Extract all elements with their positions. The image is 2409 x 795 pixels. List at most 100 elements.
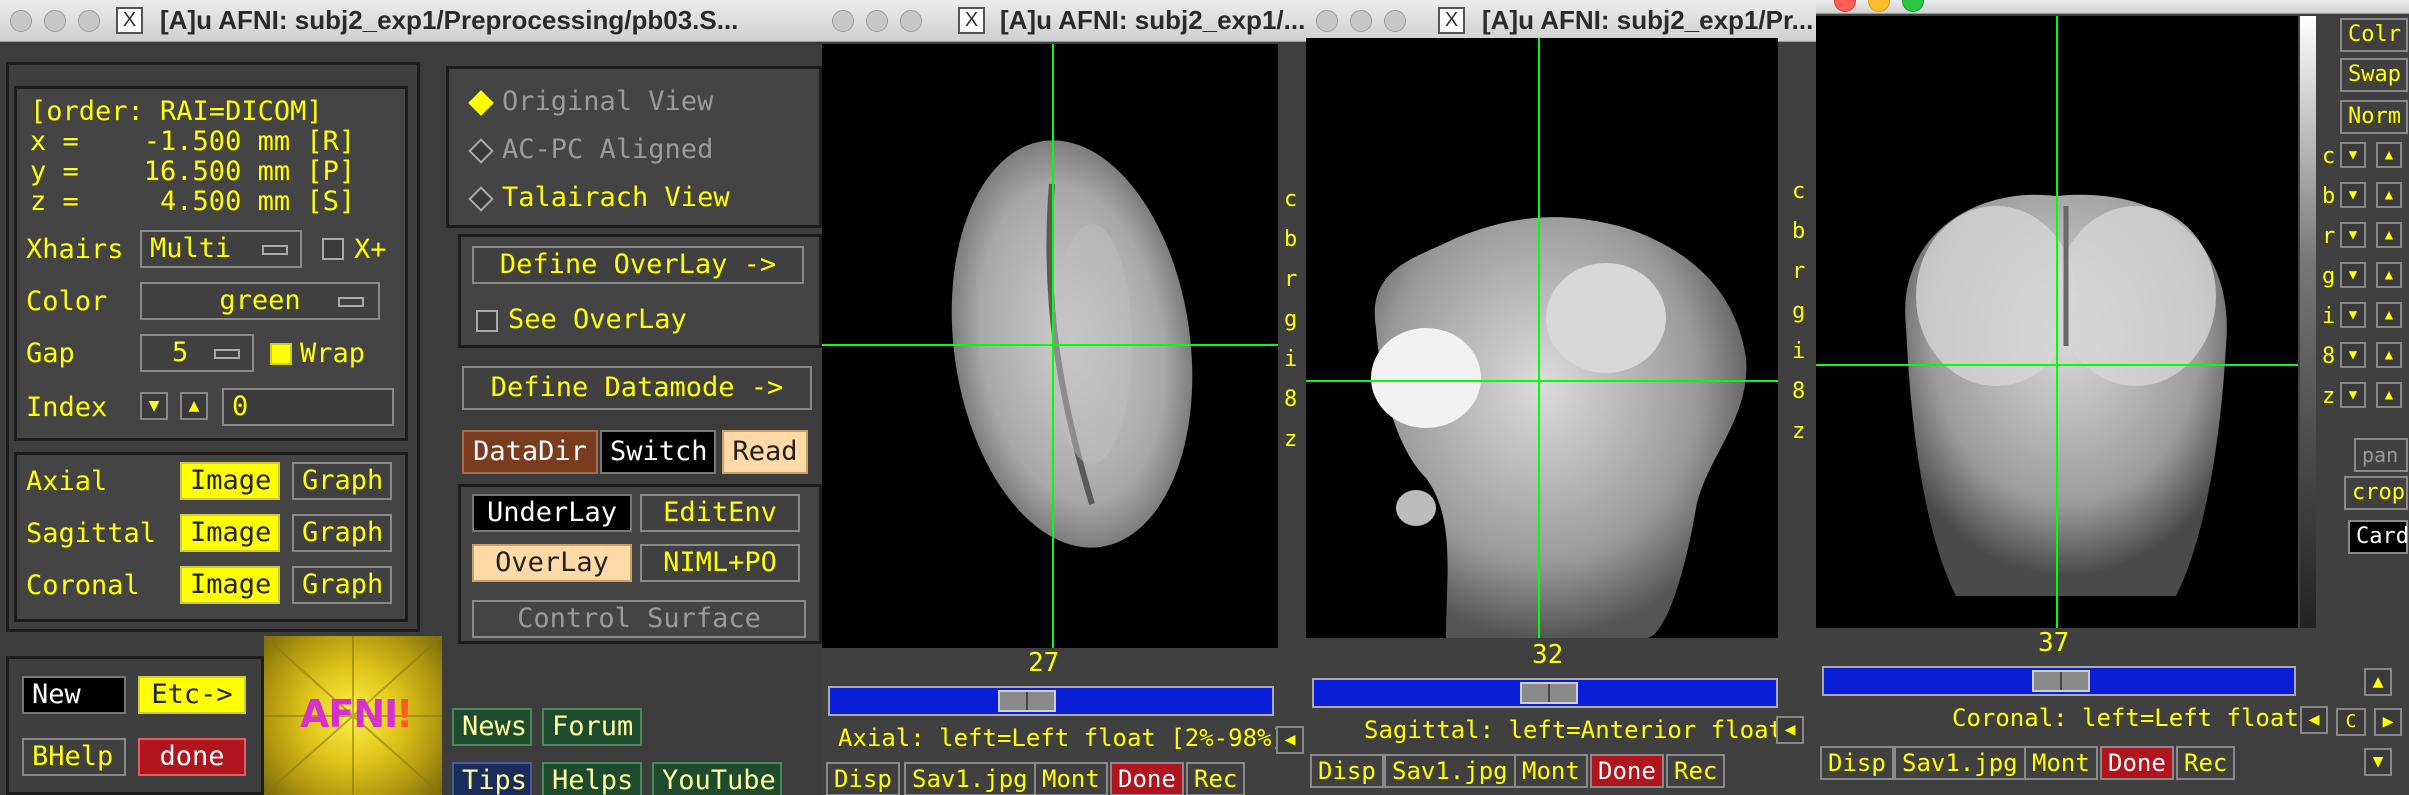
youtube-button[interactable]: YouTube bbox=[652, 762, 782, 795]
index-input[interactable]: 0 bbox=[222, 388, 394, 426]
axial-done-button[interactable]: Done bbox=[1110, 762, 1184, 795]
define-datamode-button[interactable]: Define Datamode -> bbox=[462, 366, 812, 410]
new-button[interactable]: New bbox=[22, 676, 126, 714]
coronal-mont-button[interactable]: Mont bbox=[2024, 746, 2098, 780]
maximize-window-icon[interactable] bbox=[900, 10, 922, 32]
swap-button[interactable]: Swap bbox=[2340, 58, 2408, 92]
tips-button[interactable]: Tips bbox=[452, 762, 532, 795]
sagittal-rec-button[interactable]: Rec bbox=[1666, 754, 1726, 788]
side-down-arrow-icon[interactable]: ▼ bbox=[2340, 262, 2366, 288]
bhelp-button[interactable]: BHelp bbox=[22, 738, 126, 776]
side-down-arrow-icon[interactable]: ▼ bbox=[2340, 342, 2366, 368]
axial-titlebar[interactable]: X [A]u AFNI: subj2_exp1/... bbox=[822, 0, 1306, 42]
datadir-button[interactable]: DataDir bbox=[462, 430, 598, 474]
niml-po-button[interactable]: NIML+PO bbox=[640, 544, 800, 582]
overlay-button[interactable]: OverLay bbox=[472, 544, 632, 582]
done-button[interactable]: done bbox=[138, 738, 246, 776]
c-button[interactable]: C bbox=[2336, 708, 2366, 736]
axial-save-button[interactable]: Sav1.jpg bbox=[904, 762, 1036, 795]
pan-button[interactable]: pan bbox=[2354, 438, 2408, 472]
side-up-arrow-icon[interactable]: ▲ bbox=[2376, 302, 2402, 328]
helps-button[interactable]: Helps bbox=[542, 762, 642, 795]
side-down-arrow-icon[interactable]: ▼ bbox=[2340, 142, 2366, 168]
axial-rec-button[interactable]: Rec bbox=[1186, 762, 1246, 795]
coronal-done-button[interactable]: Done bbox=[2100, 746, 2174, 780]
wrap-checkbox[interactable] bbox=[270, 343, 292, 365]
axial-mont-button[interactable]: Mont bbox=[1034, 762, 1108, 795]
controller-titlebar[interactable]: X [A]u AFNI: subj2_exp1/Preprocessing/pb… bbox=[0, 0, 822, 42]
afni-logo[interactable]: AFNI ! bbox=[264, 636, 442, 795]
news-button[interactable]: News bbox=[452, 708, 532, 746]
axial-image-button[interactable]: Image bbox=[180, 462, 280, 500]
define-overlay-button[interactable]: Define OverLay -> bbox=[472, 246, 804, 284]
side-up-arrow-icon[interactable]: ▲ bbox=[2376, 142, 2402, 168]
close-window-icon[interactable] bbox=[1316, 10, 1338, 32]
axial-graph-button[interactable]: Graph bbox=[292, 462, 392, 500]
side-right-arrow-icon[interactable]: ▶ bbox=[2374, 708, 2402, 736]
side-up-arrow-icon[interactable]: ▲ bbox=[2376, 222, 2402, 248]
side-up-arrow-icon[interactable]: ▲ bbox=[2376, 262, 2402, 288]
side-down-arrow-icon[interactable]: ▼ bbox=[2340, 302, 2366, 328]
colr-button[interactable]: Colr bbox=[2340, 18, 2408, 52]
side-down-arrow-icon[interactable]: ▼ bbox=[2340, 382, 2366, 408]
color-menu[interactable]: green bbox=[140, 282, 380, 320]
sagittal-image-button[interactable]: Image bbox=[180, 514, 280, 552]
coronal-graph-button[interactable]: Graph bbox=[292, 566, 392, 604]
minimize-window-icon[interactable] bbox=[1868, 0, 1890, 12]
underlay-button[interactable]: UnderLay bbox=[472, 494, 632, 532]
side-up-arrow-icon[interactable]: ▲ bbox=[2376, 382, 2402, 408]
coronal-rec-button[interactable]: Rec bbox=[2176, 746, 2236, 780]
coronal-vertical-strip[interactable] bbox=[2300, 16, 2316, 628]
axial-image-viewport[interactable] bbox=[822, 44, 1278, 648]
side-down-arrow-icon[interactable]: ▼ bbox=[2364, 748, 2392, 776]
slider-handle[interactable] bbox=[1520, 682, 1578, 704]
index-down-arrow-icon[interactable]: ▼ bbox=[140, 392, 168, 420]
coronal-image-viewport[interactable] bbox=[1816, 16, 2298, 628]
sagittal-save-button[interactable]: Sav1.jpg bbox=[1384, 754, 1516, 788]
index-up-arrow-icon[interactable]: ▲ bbox=[180, 392, 208, 420]
axial-slice-slider[interactable] bbox=[828, 686, 1274, 716]
coronal-slice-slider[interactable] bbox=[1822, 666, 2296, 696]
coronal-info-arrow-icon[interactable]: ◀ bbox=[2300, 706, 2328, 734]
sagittal-slice-slider[interactable] bbox=[1312, 678, 1778, 708]
editenv-button[interactable]: EditEnv bbox=[640, 494, 800, 532]
forum-button[interactable]: Forum bbox=[542, 708, 642, 746]
etc-button[interactable]: Etc-> bbox=[138, 676, 246, 714]
close-window-icon[interactable] bbox=[832, 10, 854, 32]
switch-button[interactable]: Switch bbox=[600, 430, 716, 474]
coronal-image-button[interactable]: Image bbox=[180, 566, 280, 604]
side-up-arrow-icon[interactable]: ▲ bbox=[2376, 342, 2402, 368]
axial-info-arrow-icon[interactable]: ◀ bbox=[1276, 726, 1304, 754]
card-button[interactable]: Card bbox=[2348, 520, 2409, 554]
close-window-icon[interactable] bbox=[1834, 0, 1856, 12]
side-down-arrow-icon[interactable]: ▼ bbox=[2340, 222, 2366, 248]
sagittal-graph-button[interactable]: Graph bbox=[292, 514, 392, 552]
maximize-window-icon[interactable] bbox=[1902, 0, 1924, 12]
read-button[interactable]: Read bbox=[722, 430, 808, 474]
crop-button[interactable]: crop bbox=[2344, 476, 2408, 510]
minimize-window-icon[interactable] bbox=[1350, 10, 1372, 32]
maximize-window-icon[interactable] bbox=[78, 10, 100, 32]
side-up-arrow-icon[interactable]: ▲ bbox=[2376, 182, 2402, 208]
close-window-icon[interactable] bbox=[10, 10, 32, 32]
side-up-arrow-icon[interactable]: ▲ bbox=[2364, 668, 2392, 696]
coronal-save-button[interactable]: Sav1.jpg bbox=[1894, 746, 2026, 780]
side-down-arrow-icon[interactable]: ▼ bbox=[2340, 182, 2366, 208]
coronal-disp-button[interactable]: Disp bbox=[1820, 746, 1894, 780]
control-surface-button[interactable]: Control Surface bbox=[472, 600, 806, 638]
slider-handle[interactable] bbox=[998, 690, 1056, 712]
sagittal-done-button[interactable]: Done bbox=[1590, 754, 1664, 788]
sagittal-info-arrow-icon[interactable]: ◀ bbox=[1776, 716, 1804, 744]
xplus-checkbox[interactable] bbox=[322, 238, 344, 260]
slider-handle[interactable] bbox=[2032, 670, 2090, 692]
sagittal-titlebar[interactable]: X [A]u AFNI: subj2_exp1/Pr... bbox=[1306, 0, 1816, 42]
minimize-window-icon[interactable] bbox=[866, 10, 888, 32]
sagittal-mont-button[interactable]: Mont bbox=[1514, 754, 1588, 788]
see-overlay-checkbox[interactable] bbox=[476, 310, 498, 332]
sagittal-image-viewport[interactable] bbox=[1306, 38, 1778, 638]
maximize-window-icon[interactable] bbox=[1384, 10, 1406, 32]
coord-x[interactable]: x = -1.500 mm [R] bbox=[30, 126, 355, 158]
coord-y[interactable]: y = 16.500 mm [P] bbox=[30, 156, 355, 188]
sagittal-disp-button[interactable]: Disp bbox=[1310, 754, 1384, 788]
norm-button[interactable]: Norm bbox=[2340, 100, 2408, 134]
